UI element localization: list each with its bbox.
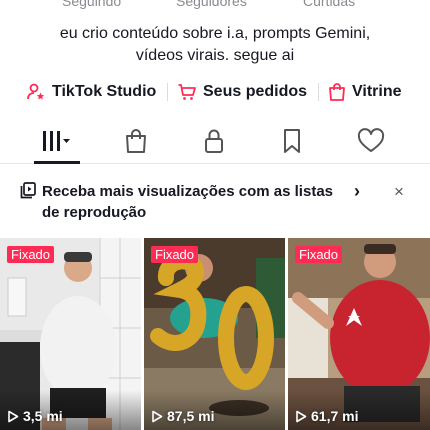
view-count-text: 3,5 mi xyxy=(23,408,63,424)
link-divider xyxy=(167,83,168,101)
selected-tab-indicator xyxy=(34,161,80,164)
tab-shop[interactable] xyxy=(106,124,166,164)
followers-label[interactable]: Seguidores xyxy=(176,0,247,9)
view-count: 61,7 mi xyxy=(295,408,358,424)
following-label[interactable]: Seguindo xyxy=(62,0,121,9)
chevron-right-icon[interactable]: › xyxy=(354,181,360,202)
bio-line-1: eu crio conteúdo sobre i.a, prompts Gemi… xyxy=(59,25,371,42)
banner-text: Receba mais visualizações com as listas … xyxy=(42,183,333,221)
pinned-badge: Fixado xyxy=(7,246,55,263)
video-thumbnail[interactable]: Fixado 3,5 mi xyxy=(0,238,141,430)
view-count: 3,5 mi xyxy=(7,408,63,424)
tiktok-studio-label: TikTok Studio xyxy=(52,83,157,100)
link-divider xyxy=(318,83,319,101)
cart-icon xyxy=(178,84,196,100)
orders-label: Seus pedidos xyxy=(203,83,308,100)
vitrine-label: Vitrine xyxy=(352,83,402,100)
close-icon[interactable]: × xyxy=(394,182,404,202)
view-count-text: 87,5 mi xyxy=(167,408,215,424)
profile-links: TikTok Studio Seus pedidos Vitrine xyxy=(0,80,430,104)
playlist-promo-banner[interactable]: Receba mais visualizações com as listas … xyxy=(0,172,430,234)
video-thumbnail[interactable]: Fixado 87,5 mi xyxy=(144,238,285,430)
bio-line-2: vídeos virais. segue ai xyxy=(135,47,295,64)
likes-label[interactable]: Curtidas xyxy=(303,0,355,9)
tab-private[interactable] xyxy=(184,124,244,164)
lock-icon xyxy=(205,129,223,153)
shopping-bag-icon xyxy=(329,83,345,101)
orders-link[interactable]: Seus pedidos xyxy=(177,80,307,104)
profile-bio: eu crio conteúdo sobre i.a, prompts Gemi… xyxy=(0,23,430,67)
video-thumbnail[interactable]: Fixado 61,7 mi xyxy=(288,238,430,430)
play-icon xyxy=(296,410,307,422)
profile-tabs xyxy=(0,124,430,164)
person-star-icon xyxy=(27,83,45,100)
play-icon xyxy=(8,410,19,422)
view-count: 87,5 mi xyxy=(151,408,214,424)
heart-icon xyxy=(357,128,385,152)
playlist-icon xyxy=(20,182,36,199)
shopping-bag-icon xyxy=(126,129,146,153)
profile-stats-labels: Seguindo Seguidores Curtidas xyxy=(0,0,430,9)
play-icon xyxy=(152,410,163,422)
bookmark-icon xyxy=(284,129,300,153)
tiktok-studio-link[interactable]: TikTok Studio xyxy=(26,80,156,104)
grid-bars-icon xyxy=(43,131,70,151)
pinned-badge: Fixado xyxy=(151,246,199,263)
video-grid: Fixado 3,5 mi Fixado 87,5 mi Fixado 61,7… xyxy=(0,238,430,430)
tab-videos[interactable] xyxy=(27,124,85,164)
pinned-badge: Fixado xyxy=(295,246,343,263)
view-count-text: 61,7 mi xyxy=(311,408,359,424)
vitrine-link[interactable]: Vitrine xyxy=(328,80,402,104)
tab-saved[interactable] xyxy=(262,124,322,164)
tab-liked[interactable] xyxy=(341,124,401,164)
